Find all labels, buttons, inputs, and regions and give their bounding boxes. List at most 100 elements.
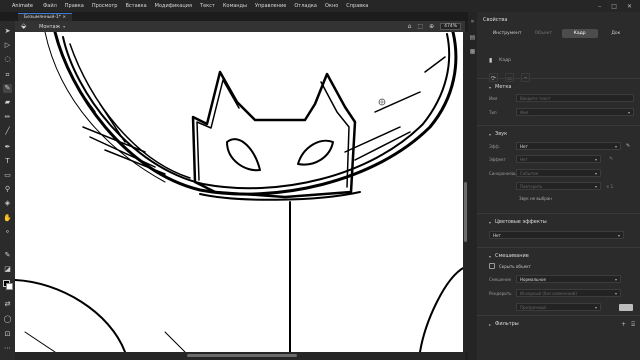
label-name-row: Имя Введите текст (489, 94, 634, 102)
head-outline-2 (62, 33, 451, 190)
fill-color-icon[interactable]: ◪ (3, 265, 12, 274)
tab-document[interactable]: Док (598, 29, 634, 38)
edit-toolbar-icon[interactable]: ⋯ (3, 344, 12, 353)
sound-repeat-row: Повторить ▾ × 1 (489, 182, 613, 190)
panel-title: Свойства (483, 17, 508, 23)
chevron-down-icon: ▾ (614, 144, 617, 149)
label-type-select[interactable]: Имя ▾ (516, 108, 634, 116)
center-stage-icon[interactable]: ⊕ (429, 23, 434, 30)
menu-text[interactable]: Текст (196, 3, 219, 9)
label-name-field[interactable]: Введите текст (516, 94, 634, 102)
drawing (15, 32, 465, 352)
collapse-icon[interactable]: » (469, 18, 476, 25)
menu-window[interactable]: Окно (321, 3, 342, 9)
chevron-down-icon: ▾ (594, 184, 597, 189)
render-select[interactable]: Исходный (без изменений) ▾ (516, 289, 621, 297)
label-section-header[interactable]: ▾ Метка (489, 84, 511, 90)
library-icon[interactable]: ▤ (469, 34, 476, 41)
edit-sound-icon[interactable]: ✎ (626, 143, 630, 149)
eraser-tool-icon[interactable]: ▰ (3, 98, 12, 107)
render-bg-color[interactable] (619, 303, 633, 311)
object-drawing-icon[interactable]: ◯ (3, 315, 12, 324)
sound-repeat-value: Повторить (520, 184, 543, 189)
free-transform-tool-icon[interactable]: ⌗ (3, 71, 12, 80)
render-sub-select[interactable]: Прозрачный ▾ (516, 303, 601, 311)
horizontal-scrollbar[interactable] (15, 352, 465, 360)
menu-commands[interactable]: Команды (219, 3, 251, 9)
edit-symbols-icon[interactable]: ⌂ (408, 23, 412, 30)
document-tab-bar: Безымянный-1* × (0, 12, 475, 21)
properties-panel: Свойства Инструмент Объект Кадр Док ▮ Ка… (477, 12, 640, 360)
selection-tool-icon[interactable]: ➤ (3, 27, 12, 36)
eyedropper-tool-icon[interactable]: ⚲ (3, 185, 12, 194)
sound-sync-select[interactable]: Событие ▾ (516, 169, 601, 177)
maximize-icon[interactable]: □ (611, 3, 617, 10)
close-icon[interactable]: ✕ (627, 3, 632, 10)
scene-label[interactable]: Монтаж (39, 24, 60, 30)
color-effect-section: ▾ Цветовые эффекты Нет ▾ (477, 213, 640, 247)
hide-object-checkbox[interactable] (489, 263, 495, 269)
tab-object[interactable]: Объект (525, 29, 561, 38)
pen-tool-icon[interactable]: ✒ (3, 143, 12, 152)
scene-icon[interactable]: ⬙ (21, 23, 29, 30)
menu-view[interactable]: Просмотр (88, 3, 122, 9)
filters-header[interactable]: ▸ Фильтры (489, 321, 519, 327)
menu-control[interactable]: Управление (251, 3, 290, 9)
sound-repeat-select[interactable]: Повторить ▾ (516, 182, 601, 190)
sound-name-select[interactable]: Нет ▾ (516, 142, 621, 150)
brush-tool-icon[interactable]: ✎ (3, 84, 12, 93)
edit-effect-icon[interactable]: ✎ (609, 156, 613, 162)
tab-frame[interactable]: Кадр (561, 29, 598, 38)
sound-repeat-count[interactable]: × 1 (606, 184, 613, 189)
menu-edit[interactable]: Правка (61, 3, 88, 9)
blending-header[interactable]: ▾ Смешивание (489, 253, 529, 259)
menu-modify[interactable]: Модификация (151, 3, 196, 9)
sound-name-value: Нет (520, 144, 528, 149)
paint-bucket-tool-icon[interactable]: ◈ (3, 199, 12, 208)
line-tool-icon[interactable]: ╱ (3, 127, 12, 136)
swap-colors-icon[interactable]: ⇄ (3, 300, 12, 309)
label-name-label: Имя (489, 95, 498, 101)
menu-bar: Animate Файл Правка Просмотр Вставка Мод… (0, 0, 640, 12)
timeline-icon[interactable]: ▦ (469, 48, 476, 55)
label-type-label: Тип (489, 109, 497, 115)
stroke-color-icon[interactable]: ✎ (3, 251, 12, 260)
menu-help[interactable]: Справка (342, 3, 372, 9)
snap-icon[interactable]: ⊡ (3, 330, 12, 339)
chevron-down-icon[interactable]: ▾ (63, 24, 65, 29)
menu-file[interactable]: Файл (39, 3, 61, 9)
filters-title: Фильтры (495, 321, 519, 327)
hide-object-row: Скрыть объект (489, 263, 531, 269)
subselection-tool-icon[interactable]: ▷ (3, 41, 12, 50)
text-tool-icon[interactable]: T (3, 157, 12, 166)
sound-effect-select[interactable]: Нет ▾ (516, 155, 601, 163)
color-effect-select[interactable]: Нет ▾ (489, 231, 624, 239)
rectangle-tool-icon[interactable]: ▭ (3, 171, 12, 180)
zoom-field[interactable]: 474% (440, 23, 461, 30)
tab-tool[interactable]: Инструмент (489, 29, 525, 38)
blend-mode-select[interactable]: Нормальное ▾ (516, 275, 621, 283)
document-tab[interactable]: Безымянный-1* × (18, 13, 73, 21)
sound-section-header[interactable]: ▾ Звук (489, 131, 507, 137)
pencil-tool-icon[interactable]: ✏ (3, 113, 12, 122)
minimize-icon[interactable]: – (598, 3, 601, 10)
clip-icon[interactable]: ⬚ (417, 23, 423, 30)
color-effect-header[interactable]: ▾ Цветовые эффекты (489, 219, 547, 225)
add-filter-icon[interactable]: + (621, 321, 626, 328)
chevron-down-icon: ▾ (627, 110, 630, 115)
menu-debug[interactable]: Отладка (290, 3, 321, 9)
render-label: Рендерить (489, 290, 512, 296)
sound-effect-value: Нет (520, 157, 528, 162)
menu-insert[interactable]: Вставка (121, 3, 150, 9)
vertical-scroll-thumb[interactable] (464, 182, 467, 242)
lasso-tool-icon[interactable]: ◌ (3, 55, 12, 64)
render-value: Исходный (без изменений) (520, 291, 577, 296)
zoom-tool-icon[interactable]: ⚬ (3, 228, 12, 237)
horizontal-scroll-thumb[interactable] (187, 354, 297, 357)
filter-options-icon[interactable]: ⌸ (631, 321, 635, 329)
sound-status-row: Звук не выбран (519, 196, 552, 201)
hand-tool-icon[interactable]: ✋ (3, 214, 12, 223)
fill-swatch[interactable] (6, 283, 13, 290)
edit-bar: ⬙ Монтаж ▾ ⌂ ⬚ ⊕ 474% (15, 21, 465, 32)
stage-canvas[interactable] (15, 32, 465, 352)
